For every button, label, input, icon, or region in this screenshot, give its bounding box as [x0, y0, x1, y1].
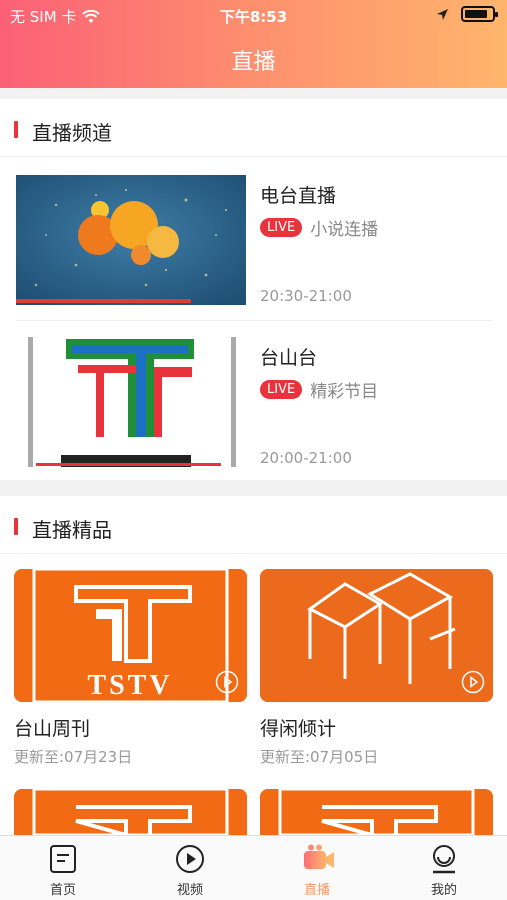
live-badge: LIVE [260, 380, 303, 399]
user-icon [433, 845, 455, 874]
header: 无 SIM 卡 下午8:53 直播 [0, 0, 507, 88]
program-name: 小说连播 [310, 220, 379, 240]
section-title: 直播频道 [32, 121, 112, 145]
channel-item-radio[interactable]: 电台直播 LIVE 小说连播 20:30-21:00 [16, 175, 492, 305]
document-icon [50, 845, 76, 873]
section-accent-bar [14, 121, 18, 138]
tab-label: 我的 [430, 883, 457, 898]
tab-live[interactable]: 直播 [254, 836, 380, 900]
tab-video[interactable]: 视频 [127, 836, 253, 900]
play-circle-icon[interactable] [215, 670, 239, 694]
dexian-cover-image [260, 569, 493, 702]
card-title: 台山周刊 [14, 718, 91, 740]
location-arrow-icon [437, 8, 448, 20]
tab-bar: 首页 视频 直播 我的 [0, 835, 507, 900]
program-time: 20:30-21:00 [260, 287, 352, 305]
video-camera-icon [304, 844, 334, 869]
radio-station-image [16, 175, 246, 305]
section-accent-bar [14, 518, 18, 535]
live-featured-section: 直播精品 TSTV 台山周刊 更新至:07月23日 得闲倾计 更新至:07月05… [0, 496, 507, 900]
status-time: 下午8:53 [219, 8, 288, 26]
card-updated: 更新至:07月05日 [260, 748, 379, 766]
live-badge: LIVE [260, 218, 303, 237]
featured-card[interactable]: TSTV 台山周刊 更新至:07月23日 [14, 569, 247, 766]
tstv-cover-image: TSTV [14, 569, 247, 702]
channel-item-taishan[interactable]: 台山台 LIVE 精彩节目 20:00-21:00 [16, 337, 492, 467]
svg-text:TSTV: TSTV [87, 670, 172, 701]
tab-mine[interactable]: 我的 [381, 836, 507, 900]
section-header: 直播频道 [0, 99, 507, 157]
section-header: 直播精品 [0, 496, 507, 554]
section-title: 直播精品 [32, 518, 112, 542]
tab-label: 首页 [49, 883, 76, 898]
featured-card[interactable]: 得闲倾计 更新至:07月05日 [260, 569, 493, 766]
channel-name: 电台直播 [260, 185, 337, 207]
play-circle-icon [176, 845, 204, 873]
program-time: 20:00-21:00 [260, 449, 352, 467]
play-circle-icon[interactable] [461, 670, 485, 694]
card-title: 得闲倾计 [260, 718, 337, 740]
program-name: 精彩节目 [310, 382, 379, 402]
battery-icon [461, 6, 498, 22]
card-updated: 更新至:07月23日 [14, 748, 133, 766]
page-title: 直播 [231, 50, 276, 75]
channel-name: 台山台 [260, 347, 318, 369]
status-bar: 无 SIM 卡 下午8:53 [0, 0, 507, 30]
tab-home[interactable]: 首页 [0, 836, 126, 900]
live-channels-section: 直播频道 电台直播 LIVE 小说连播 20:30-21:00 台山台 LIVE… [0, 99, 507, 480]
divider [16, 320, 492, 321]
tab-label: 视频 [176, 883, 203, 898]
tab-label: 直播 [303, 883, 330, 898]
tstv-logo-image [16, 337, 246, 467]
